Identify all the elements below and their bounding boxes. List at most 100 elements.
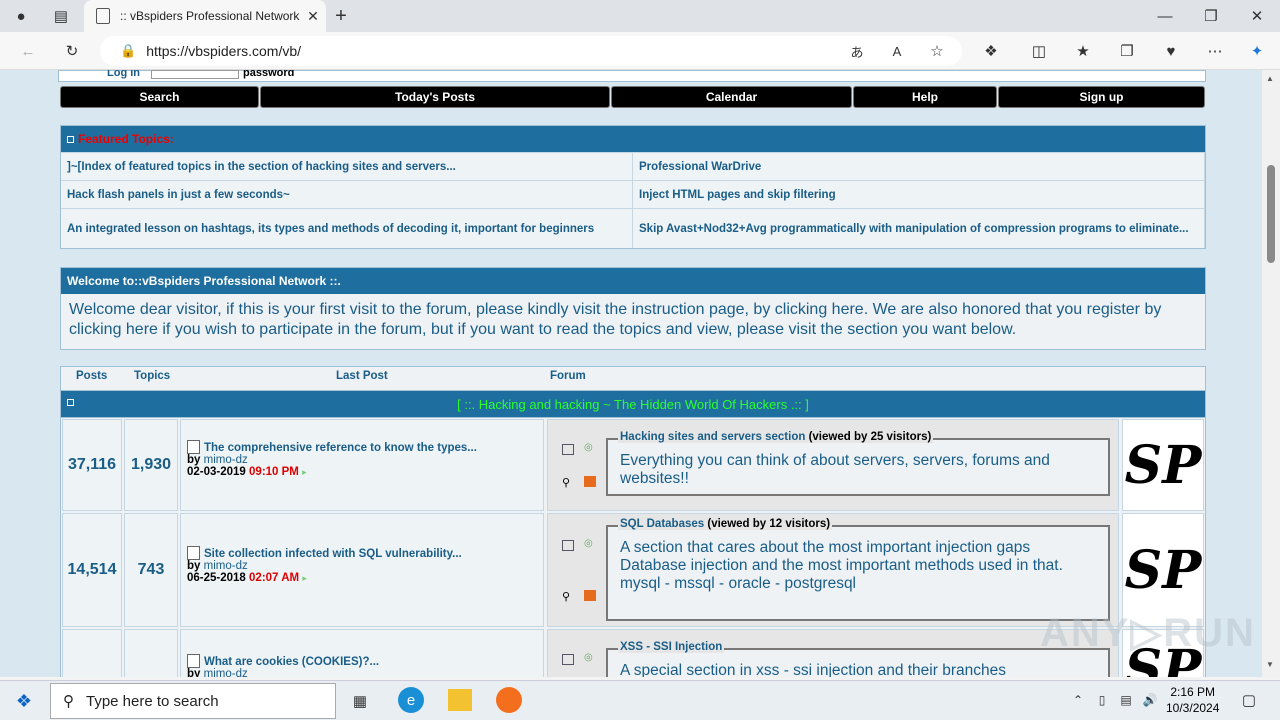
featured-link[interactable]: Professional WarDrive xyxy=(633,153,1205,180)
forum-description: A special section in xss - ssi injection… xyxy=(620,662,1006,677)
extensions-icon[interactable]: ❖ xyxy=(980,40,1002,62)
forum-row: 37,116 1,930 The comprehensive reference… xyxy=(60,419,1206,511)
last-post: Site collection infected with SQL vulner… xyxy=(180,513,544,627)
forum-info-box: SQL Databases (viewed by 12 visitors) A … xyxy=(606,518,1110,621)
notifications-icon[interactable]: ▢ xyxy=(1238,689,1260,711)
network-icon[interactable]: ▤ xyxy=(1118,691,1134,709)
page-scrollbar[interactable]: ▲ ▼ xyxy=(1262,70,1280,677)
subforum-icon: ◎ xyxy=(584,442,593,453)
subforum-icon: ◎ xyxy=(584,652,593,663)
scroll-thumb[interactable] xyxy=(1267,165,1275,263)
forum-info-box: Hacking sites and servers section (viewe… xyxy=(606,431,1110,496)
featured-link[interactable]: Hack flash panels in just a few seconds~ xyxy=(61,181,633,208)
device-icon[interactable]: ▯ xyxy=(1094,691,1110,709)
minimize-icon[interactable]: — xyxy=(1154,6,1176,26)
search-forum-icon[interactable]: ⚲ xyxy=(562,476,574,489)
volume-icon[interactable]: 🔊 xyxy=(1142,691,1158,709)
split-screen-icon[interactable]: ◫ xyxy=(1028,40,1050,62)
nav-search[interactable]: Search xyxy=(60,86,259,108)
goto-last-icon[interactable]: ▸ xyxy=(302,467,307,477)
forum-row: 864 40 What are cookies (COOKIES)?... by… xyxy=(60,629,1206,677)
column-headers: Posts Topics Last Post Forum xyxy=(60,366,1206,386)
rss-icon[interactable] xyxy=(584,476,596,487)
nav-calendar[interactable]: Calendar xyxy=(611,86,852,108)
show-hidden-icons[interactable]: ⌃ xyxy=(1070,691,1086,709)
url-text: https://vbspiders.com/vb/ xyxy=(146,43,302,59)
forum-name[interactable]: XSS - SSI Injection xyxy=(620,641,722,653)
scroll-up-icon[interactable]: ▲ xyxy=(1266,74,1274,83)
col-forum: Forum xyxy=(550,370,586,382)
read-aloud-icon[interactable]: A xyxy=(886,40,908,62)
close-window-icon[interactable]: ✕ xyxy=(1246,6,1268,26)
browser-tab[interactable]: :: vBspiders Professional Network ✕ xyxy=(84,0,326,32)
favorites-icon[interactable]: ★ xyxy=(1072,40,1094,62)
file-explorer-icon[interactable] xyxy=(448,689,472,711)
new-tab-icon[interactable]: + xyxy=(330,5,352,27)
post-icon xyxy=(187,546,200,560)
last-post-title[interactable]: What are cookies (COOKIES)?... xyxy=(204,656,379,668)
rss-icon[interactable] xyxy=(584,590,596,601)
profile-icon[interactable]: ● xyxy=(10,6,32,26)
featured-row: An integrated lesson on hashtags, its ty… xyxy=(61,208,1205,248)
taskbar-search-placeholder: Type here to search xyxy=(86,692,219,710)
more-menu-icon[interactable]: ⋯ xyxy=(1204,40,1226,62)
featured-link[interactable]: Skip Avast+Nod32+Avg programmatically wi… xyxy=(633,209,1205,248)
clock[interactable]: 2:16 PM 10/3/2024 xyxy=(1166,684,1219,716)
featured-header: Featured Topics: xyxy=(61,126,1205,152)
url-field[interactable]: 🔒 https://vbspiders.com/vb/ xyxy=(100,36,962,66)
forum-name[interactable]: Hacking sites and servers section xyxy=(620,431,805,443)
featured-link[interactable]: An integrated lesson on hashtags, its ty… xyxy=(61,209,633,248)
task-view-icon[interactable]: ▦ xyxy=(348,689,372,713)
nav-help[interactable]: Help xyxy=(853,86,997,108)
search-forum-icon[interactable]: ⚲ xyxy=(562,590,574,603)
category-header[interactable]: [ ::. Hacking and hacking ~ The Hidden W… xyxy=(60,390,1206,418)
favorite-star-icon[interactable]: ☆ xyxy=(926,40,948,62)
forum-cell: ◎ ⚲ SQL Databases (viewed by 12 visitors… xyxy=(547,513,1119,627)
tab-title: :: vBspiders Professional Network xyxy=(120,9,300,23)
featured-link[interactable]: Inject HTML pages and skip filtering xyxy=(633,181,1205,208)
category-title[interactable]: [ ::. Hacking and hacking ~ The Hidden W… xyxy=(61,397,1205,412)
last-post-user[interactable]: mimo-dz xyxy=(204,560,248,572)
close-tab-icon[interactable]: ✕ xyxy=(300,8,326,25)
restore-icon[interactable]: ❐ xyxy=(1200,6,1222,26)
scroll-down-icon[interactable]: ▼ xyxy=(1266,660,1274,669)
page-viewport: Log in password Search Today's Posts Cal… xyxy=(0,70,1262,677)
windows-start-icon[interactable]: ❖ xyxy=(12,689,36,713)
by-label: by xyxy=(187,560,201,572)
nav-signup[interactable]: Sign up xyxy=(998,86,1205,108)
last-post-user[interactable]: mimo-dz xyxy=(204,454,248,466)
by-label: by xyxy=(187,668,201,677)
collections-icon[interactable]: ❐ xyxy=(1116,40,1138,62)
password-label: password xyxy=(243,70,295,79)
featured-link[interactable]: ]~[Index of featured topics in the secti… xyxy=(61,153,633,180)
edge-icon[interactable]: e xyxy=(398,687,424,713)
welcome-header: Welcome to::vBspiders Professional Netwo… xyxy=(61,268,1205,294)
nav-bar: Search Today's Posts Calendar Help Sign … xyxy=(60,86,1206,108)
refresh-icon[interactable]: ↻ xyxy=(60,40,84,62)
forum-cell: ◎ ⚲ Hacking sites and servers section (v… xyxy=(547,419,1119,511)
goto-last-icon[interactable]: ▸ xyxy=(302,573,307,583)
nav-todays-posts[interactable]: Today's Posts xyxy=(260,86,610,108)
taskbar-search[interactable]: ⚲ Type here to search xyxy=(50,683,336,719)
last-post-title[interactable]: The comprehensive reference to know the … xyxy=(204,442,477,454)
tab-actions-icon[interactable]: ▤ xyxy=(50,6,72,26)
welcome-text: Welcome dear visitor, if this is your fi… xyxy=(69,301,1162,338)
address-bar: ← ↻ 🔒 https://vbspiders.com/vb/ あ A ☆ ❖ … xyxy=(0,32,1280,70)
last-post-user[interactable]: mimo-dz xyxy=(204,668,248,677)
firefox-icon[interactable] xyxy=(496,687,522,713)
login-link[interactable]: Log in xyxy=(107,70,140,79)
forum-name[interactable]: SQL Databases xyxy=(620,518,704,530)
featured-row: ]~[Index of featured topics in the secti… xyxy=(61,152,1205,180)
topics-count: 743 xyxy=(124,513,178,627)
back-icon[interactable]: ← xyxy=(16,40,40,62)
performance-icon[interactable]: ♥ xyxy=(1160,40,1182,62)
browser-tabbar: ● ▤ :: vBspiders Professional Network ✕ … xyxy=(0,0,1280,32)
login-row: Log in password xyxy=(58,70,1206,82)
username-input[interactable] xyxy=(151,70,239,79)
posts-count: 37,116 xyxy=(62,419,122,511)
last-post-title[interactable]: Site collection infected with SQL vulner… xyxy=(204,548,462,560)
last-post: The comprehensive reference to know the … xyxy=(180,419,544,511)
translate-icon[interactable]: あ xyxy=(846,40,868,62)
copilot-icon[interactable]: ✦ xyxy=(1246,40,1268,62)
col-last-post: Last Post xyxy=(336,370,388,382)
